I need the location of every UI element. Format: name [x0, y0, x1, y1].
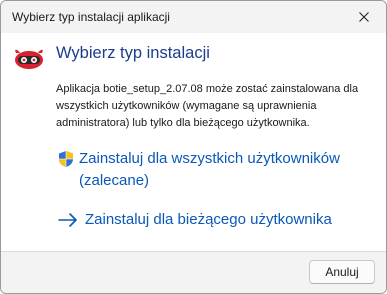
dialog-heading: Wybierz typ instalacji: [56, 44, 210, 62]
close-icon: [359, 12, 369, 22]
install-all-users-label: Zainstaluj dla wszystkich użytkowników: [79, 150, 340, 167]
dialog-content: Wybierz typ instalacji Aplikacja botie_s…: [1, 33, 386, 251]
install-current-user-option[interactable]: Zainstaluj dla bieżącego użytkownika: [58, 209, 332, 231]
dialog-description: Aplikacja botie_setup_2.07.08 może zosta…: [56, 83, 359, 129]
installer-dialog: Wybierz typ instalacji aplikacji Wybierz…: [0, 0, 387, 294]
dialog-footer: Anuluj: [1, 251, 386, 293]
arrow-right-icon: [58, 213, 77, 227]
app-logo-icon: [15, 49, 43, 69]
cancel-button[interactable]: Anuluj: [309, 260, 375, 284]
uac-shield-icon: [59, 151, 73, 167]
install-all-users-note: (zalecane): [79, 172, 150, 189]
close-button[interactable]: [342, 1, 386, 33]
install-all-users-option[interactable]: Zainstaluj dla wszystkich użytkowników (…: [58, 148, 368, 192]
window-title: Wybierz typ instalacji aplikacji: [12, 10, 170, 24]
install-current-user-label: Zainstaluj dla bieżącego użytkownika: [85, 211, 332, 228]
title-bar[interactable]: Wybierz typ instalacji aplikacji: [1, 1, 386, 33]
